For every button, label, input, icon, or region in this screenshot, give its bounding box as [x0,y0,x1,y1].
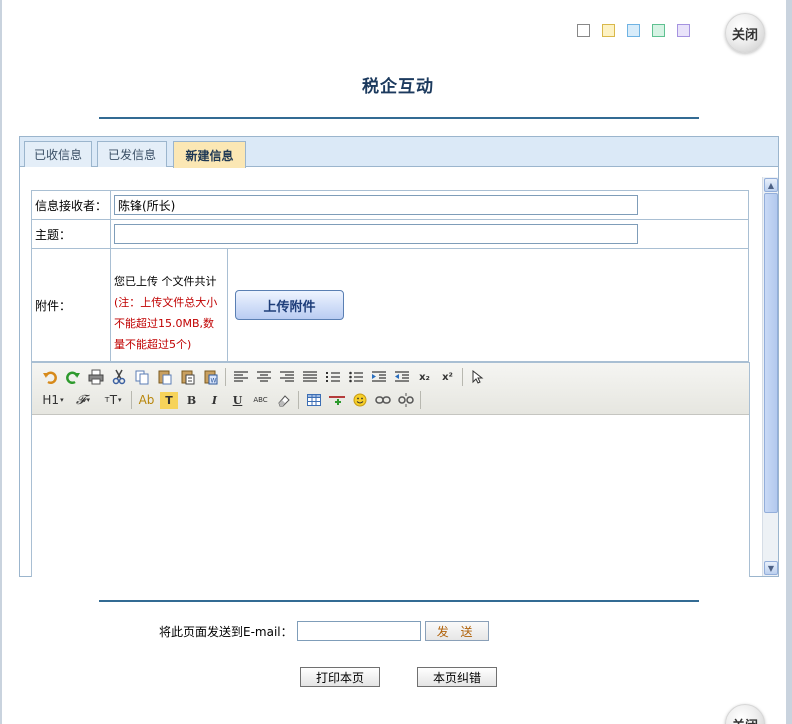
recipient-label: 信息接收者： [32,191,111,219]
subject-row: 主题： [32,220,748,249]
theme-swatch-purple[interactable] [677,24,690,37]
redo-icon[interactable] [61,366,84,388]
email-field[interactable] [296,621,421,641]
tab-inbox[interactable]: 已收信息 [24,141,92,167]
paste-word-icon[interactable]: W [199,366,222,388]
divider [99,117,699,119]
font-family-icon[interactable]: 𝓕 ▾ [68,389,98,411]
table-icon[interactable] [302,389,325,411]
recipient-field[interactable] [114,195,638,215]
attachment-row: 附件： 您已上传 个文件共计 (注：上传文件总大小不能超过15.0MB,数量不能超… [32,249,748,361]
superscript-icon[interactable]: x² [436,366,459,388]
align-right-icon[interactable] [275,366,298,388]
unordered-list-icon[interactable] [344,366,367,388]
subject-field[interactable] [114,224,638,244]
message-panel: 已收信息 已发信息 新建信息 信息接收者： 主题： 附件： 您已上传 个文件共计… [19,136,779,577]
toolbar-row-1: W x₂ x² [38,366,489,388]
attachment-count-text: 您已上传 个文件共计 [114,275,217,288]
theme-swatch-white[interactable] [577,24,590,37]
bold-icon[interactable]: B [180,389,203,411]
close-button[interactable]: 关闭 [725,13,765,53]
email-share-row: 将此页面发送到E-mail： 发 送 [159,621,489,641]
subject-label: 主题： [32,220,111,248]
ordered-list-icon[interactable] [321,366,344,388]
tab-new-message[interactable]: 新建信息 [173,141,246,168]
toolbar-separator [298,391,299,409]
scroll-down-icon[interactable]: ▼ [764,561,778,575]
toolbar-separator [462,368,463,386]
upload-attachment-button[interactable]: 上传附件 [235,290,344,320]
theme-swatch-green[interactable] [652,24,665,37]
editor-toolbar: W x₂ x² H1 ▾ 𝓕 ▾ т T ▾ Ab T B I U ABC [32,363,749,415]
paste-icon[interactable] [153,366,176,388]
theme-swatch-yellow[interactable] [602,24,615,37]
attachment-limit-warning: (注：上传文件总大小不能超过15.0MB,数量不能超过5个) [114,296,218,351]
message-form: 信息接收者： 主题： 附件： 您已上传 个文件共计 (注：上传文件总大小不能超过1… [31,190,749,362]
theme-switcher [577,24,690,37]
chevron-down-icon: ▾ [86,396,91,404]
italic-icon[interactable]: I [203,389,226,411]
scrollbar-thumb[interactable] [764,193,778,513]
outdent-icon[interactable] [390,366,413,388]
theme-swatch-blue[interactable] [627,24,640,37]
undo-icon[interactable] [38,366,61,388]
heading-label: H1 [42,393,60,407]
vertical-scrollbar[interactable]: ▲ ▼ [762,177,778,576]
link-icon[interactable] [371,389,394,411]
print-page-button[interactable]: 打印本页 [300,667,380,687]
toolbar-separator [131,391,132,409]
indent-icon[interactable] [367,366,390,388]
attachment-label: 附件： [32,249,111,361]
divider [99,600,699,602]
toolbar-separator [225,368,226,386]
select-icon[interactable] [466,366,489,388]
recipient-row: 信息接收者： [32,191,748,220]
unlink-icon[interactable] [394,389,417,411]
scroll-up-icon[interactable]: ▲ [764,178,778,192]
rich-text-editor: W x₂ x² H1 ▾ 𝓕 ▾ т T ▾ Ab T B I U ABC [31,362,750,577]
chevron-down-icon: ▾ [118,396,122,404]
svg-text:W: W [210,378,216,385]
print-icon[interactable] [84,366,107,388]
align-left-icon[interactable] [229,366,252,388]
font-color-icon[interactable]: Ab [135,389,158,411]
justify-icon[interactable] [298,366,321,388]
paste-text-icon[interactable] [176,366,199,388]
horizontal-rule-icon[interactable] [325,389,348,411]
close-button[interactable]: 关闭 [725,704,765,724]
page: 关闭 税企互动 已收信息 已发信息 新建信息 信息接收者： 主题： 附件： [0,0,792,724]
heading-icon[interactable]: H1 ▾ [38,389,68,411]
font-size-icon[interactable]: т T ▾ [98,389,128,411]
eraser-icon[interactable] [272,389,295,411]
tab-sent[interactable]: 已发信息 [97,141,167,167]
subscript-icon[interactable]: x₂ [413,366,436,388]
highlight-icon[interactable]: T [160,391,178,409]
toolbar-separator [420,391,421,409]
tab-bar: 已收信息 已发信息 新建信息 [20,137,778,168]
send-button[interactable]: 发 送 [424,621,489,641]
report-error-button[interactable]: 本页纠错 [417,667,497,687]
toolbar-row-2: H1 ▾ 𝓕 ▾ т T ▾ Ab T B I U ABC [38,389,424,411]
editor-content-area[interactable] [32,415,749,577]
align-center-icon[interactable] [252,366,275,388]
strikethrough-icon[interactable]: ABC [249,389,272,411]
email-label: 将此页面发送到E-mail： [159,624,293,639]
page-title: 税企互动 [362,77,434,97]
copy-icon[interactable] [130,366,153,388]
emoticon-icon[interactable] [348,389,371,411]
attachment-note: 您已上传 个文件共计 (注：上传文件总大小不能超过15.0MB,数量不能超过5个) [111,249,228,361]
underline-icon[interactable]: U [226,389,249,411]
cut-icon[interactable] [107,366,130,388]
chevron-down-icon: ▾ [60,396,64,404]
